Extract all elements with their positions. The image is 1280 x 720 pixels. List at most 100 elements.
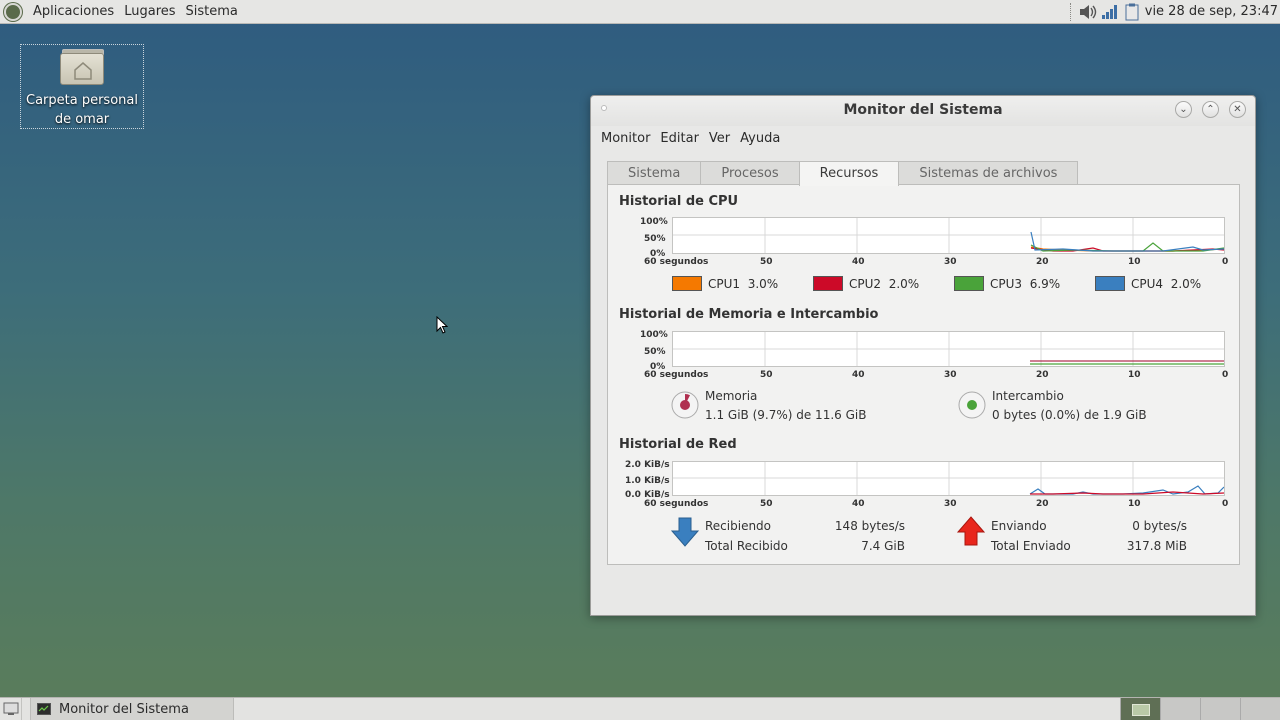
clock[interactable]: vie 28 de sep, 23:47 (1143, 4, 1280, 19)
cpu2-color-swatch[interactable] (813, 276, 843, 291)
total-sent-label: Total Enviado (991, 539, 1071, 553)
cpu-section-title: Historial de CPU (619, 194, 739, 209)
total-sent-value: 317.8 MiB (1126, 539, 1187, 553)
cpu-x-label: 20 (1036, 257, 1049, 267)
network-y-label: 1.0 KiB/s (625, 476, 670, 486)
workspace-3[interactable] (1200, 698, 1240, 720)
cpu1-legend[interactable]: CPU1 3.0% (672, 276, 778, 291)
taskbar-label: Monitor del Sistema (59, 701, 189, 717)
minimize-button[interactable]: ⌄ (1175, 101, 1192, 118)
total-received-value: 7.4 GiB (861, 539, 905, 553)
cpu-x-label: 40 (852, 257, 865, 267)
cpu3-label: CPU3 (990, 276, 1023, 291)
cpu1-label: CPU1 (708, 276, 741, 291)
receiving-value: 148 bytes/s (834, 519, 905, 533)
cpu-x-label: 10 (1128, 257, 1141, 267)
total-received-label: Total Recibido (705, 539, 788, 553)
memory-x-label: 40 (852, 370, 865, 380)
memory-x-label: 0 (1222, 370, 1229, 380)
swap-label: Intercambio (992, 389, 1064, 403)
close-button[interactable]: ✕ (1229, 101, 1246, 118)
cpu4-value: 2.0% (1170, 276, 1202, 291)
tray-separator (1069, 2, 1073, 21)
cpu3-legend[interactable]: CPU3 6.9% (954, 276, 1060, 291)
cpu-y-label: 100% (640, 217, 668, 227)
cpu2-value: 2.0% (888, 276, 920, 291)
cpu-x-label: 60 segundos (644, 257, 709, 267)
menu-lugares[interactable]: Lugares (119, 4, 180, 19)
cpu3-value: 6.9% (1029, 276, 1061, 291)
window-title: Monitor del Sistema (843, 102, 1003, 118)
distro-logo-icon[interactable] (4, 2, 22, 21)
menu-monitor[interactable]: Monitor (596, 131, 655, 146)
workspace-1[interactable] (1120, 698, 1160, 720)
workspace-2[interactable] (1160, 698, 1200, 720)
desktop-icon-label: Carpeta personal de omar (26, 93, 138, 127)
cpu-y-label: 50% (644, 234, 666, 244)
clipboard-icon[interactable] (1121, 1, 1143, 23)
workspace-4[interactable] (1240, 698, 1280, 720)
window-titlebar[interactable]: Monitor del Sistema ⌄ ⌃ ✕ (591, 96, 1255, 126)
memory-section-title: Historial de Memoria e Intercambio (619, 307, 879, 322)
network-signal-icon[interactable] (1099, 1, 1121, 23)
memory-y-label: 50% (644, 347, 666, 357)
cpu4-legend[interactable]: CPU4 2.0% (1095, 276, 1201, 291)
sending-arrow-icon[interactable] (956, 516, 986, 546)
network-x-label: 0 (1222, 499, 1229, 509)
network-section-title: Historial de Red (619, 437, 737, 452)
show-desktop-button[interactable] (0, 697, 22, 720)
maximize-button[interactable]: ⌃ (1202, 101, 1219, 118)
sending-label: Enviando (991, 519, 1047, 533)
cpu-x-label: 30 (944, 257, 957, 267)
memory-x-label: 30 (944, 370, 957, 380)
tab-sistema[interactable]: Sistema (607, 161, 702, 185)
home-folder-icon (60, 49, 104, 85)
cpu1-value: 3.0% (747, 276, 779, 291)
memory-x-label: 20 (1036, 370, 1049, 380)
top-panel: Aplicaciones Lugares Sistema vie 28 de s… (0, 0, 1280, 24)
memory-x-label: 10 (1128, 370, 1141, 380)
volume-icon[interactable] (1077, 1, 1099, 23)
receiving-arrow-icon[interactable] (670, 517, 700, 547)
menu-sistema[interactable]: Sistema (181, 4, 243, 19)
network-x-label: 20 (1036, 499, 1049, 509)
network-x-label: 60 segundos (644, 499, 709, 509)
bottom-panel: Monitor del Sistema (0, 697, 1280, 720)
system-monitor-icon (37, 703, 51, 715)
memory-y-label: 100% (640, 330, 668, 340)
cpu-x-label: 50 (760, 257, 773, 267)
network-graph (672, 461, 1225, 496)
cpu1-color-swatch[interactable] (672, 276, 702, 291)
resources-page: Historial de CPU 100% 50% 0% 60 segundos… (607, 184, 1240, 565)
tab-recursos[interactable]: Recursos (798, 161, 900, 186)
network-x-label: 30 (944, 499, 957, 509)
cpu2-label: CPU2 (849, 276, 882, 291)
memory-value: 1.1 GiB (9.7%) de 11.6 GiB (705, 408, 867, 422)
show-desktop-icon (3, 702, 18, 715)
window-menubar: Monitor Editar Ver Ayuda (591, 126, 1255, 150)
taskbar-system-monitor[interactable]: Monitor del Sistema (30, 697, 234, 720)
menu-editar[interactable]: Editar (655, 131, 704, 146)
menu-aplicaciones[interactable]: Aplicaciones (28, 4, 119, 19)
menu-ayuda[interactable]: Ayuda (735, 131, 785, 146)
cpu-x-label: 0 (1222, 257, 1229, 267)
mouse-cursor-icon (436, 316, 448, 334)
memory-graph (672, 331, 1225, 367)
network-x-label: 50 (760, 499, 773, 509)
swap-pie-icon[interactable] (957, 390, 987, 420)
cpu4-color-swatch[interactable] (1095, 276, 1125, 291)
sending-value: 0 bytes/s (1132, 519, 1187, 533)
desktop-home-folder[interactable]: Carpeta personal de omar (20, 44, 144, 129)
memory-x-label: 60 segundos (644, 370, 709, 380)
receiving-label: Recibiendo (705, 519, 772, 533)
swap-value: 0 bytes (0.0%) de 1.9 GiB (992, 408, 1147, 422)
network-y-label: 2.0 KiB/s (625, 460, 670, 470)
memory-label: Memoria (705, 389, 758, 403)
cpu2-legend[interactable]: CPU2 2.0% (813, 276, 919, 291)
tab-procesos[interactable]: Procesos (700, 161, 800, 185)
menu-ver[interactable]: Ver (704, 131, 735, 146)
network-x-label: 10 (1128, 499, 1141, 509)
memory-pie-icon[interactable] (670, 390, 700, 420)
tab-sistemas-de-archivos[interactable]: Sistemas de archivos (898, 161, 1079, 185)
cpu3-color-swatch[interactable] (954, 276, 984, 291)
